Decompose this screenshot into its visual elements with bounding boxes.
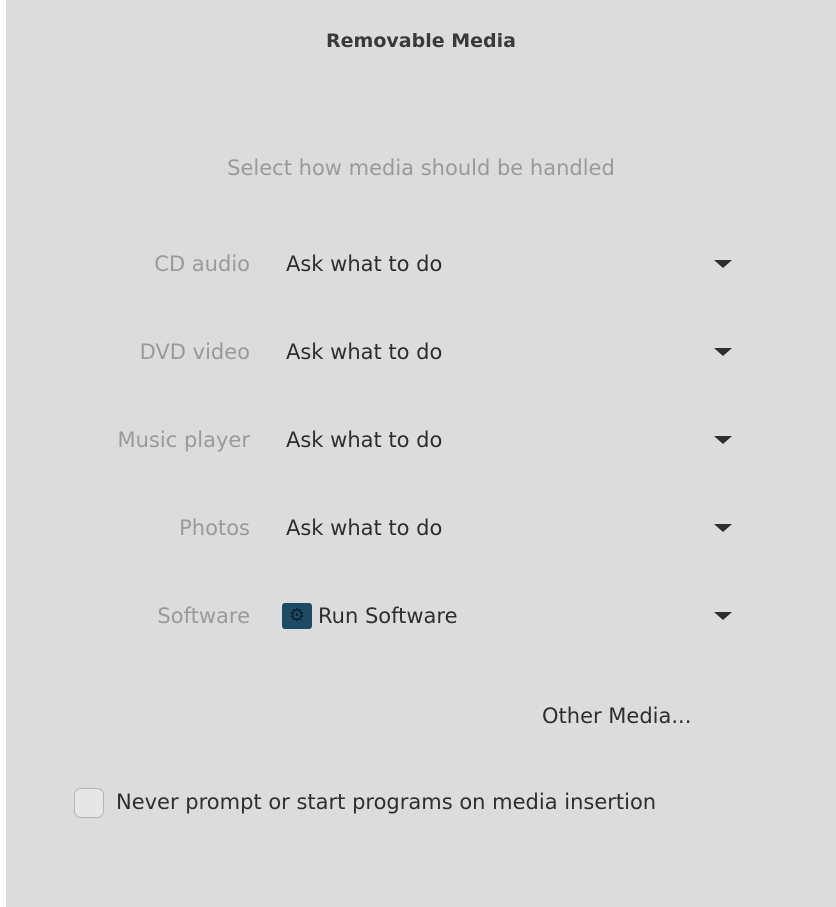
photos-dropdown[interactable]: Ask what to do	[276, 508, 738, 548]
handler-label: CD audio	[154, 252, 250, 276]
dvd-video-dropdown[interactable]: Ask what to do	[276, 332, 738, 372]
removable-media-panel: Removable Media Select how media should …	[6, 0, 836, 907]
handler-row-photos: Photos Ask what to do	[6, 508, 836, 548]
handler-label: DVD video	[139, 340, 250, 364]
handler-row-cd-audio: CD audio Ask what to do	[6, 244, 836, 284]
chevron-down-icon	[714, 260, 732, 268]
cd-audio-dropdown[interactable]: Ask what to do	[276, 244, 738, 284]
dropdown-value: Ask what to do	[286, 428, 443, 452]
page-title: Removable Media	[326, 30, 516, 52]
chevron-down-icon	[714, 436, 732, 444]
never-prompt-checkbox[interactable]	[74, 788, 104, 818]
other-media-button[interactable]: Other Media...	[542, 704, 691, 728]
chevron-down-icon	[714, 348, 732, 356]
handler-row-music-player: Music player Ask what to do	[6, 420, 836, 460]
handler-row-software: Software ⚙ Run Software	[6, 596, 836, 636]
dropdown-value: Ask what to do	[286, 340, 443, 364]
music-player-dropdown[interactable]: Ask what to do	[276, 420, 738, 460]
handler-label: Software	[157, 604, 250, 628]
chevron-down-icon	[714, 612, 732, 620]
dropdown-value: Run Software	[318, 604, 458, 628]
page-subtitle: Select how media should be handled	[227, 156, 615, 180]
gear-icon: ⚙	[282, 603, 312, 629]
handler-label: Music player	[117, 428, 250, 452]
never-prompt-label: Never prompt or start programs on media …	[116, 790, 657, 814]
chevron-down-icon	[714, 524, 732, 532]
dropdown-value: Ask what to do	[286, 252, 443, 276]
handler-row-dvd-video: DVD video Ask what to do	[6, 332, 836, 372]
software-dropdown[interactable]: ⚙ Run Software	[276, 596, 738, 636]
handler-label: Photos	[179, 516, 250, 540]
dropdown-value: Ask what to do	[286, 516, 443, 540]
